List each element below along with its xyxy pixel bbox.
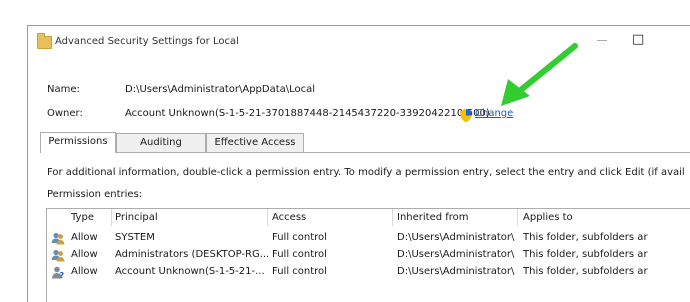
title-bar[interactable]: Advanced Security Settings for Local □ — [28, 26, 690, 56]
change-owner-link[interactable]: Change — [475, 108, 513, 119]
tab-effective-access[interactable]: Effective Access — [206, 133, 304, 152]
table-row[interactable]: ? Allow Account Unknown(S-1-5-21-... Ful… — [47, 264, 690, 281]
advanced-security-window: Advanced Security Settings for Local □ N… — [27, 25, 690, 302]
permission-entries-label: Permission entries: — [47, 189, 143, 200]
tab-permissions[interactable]: Permissions — [40, 132, 116, 153]
users-icon — [51, 232, 65, 245]
users-icon — [51, 249, 65, 262]
column-divider[interactable] — [392, 209, 393, 226]
permission-entries-table[interactable]: Type Principal Access Inherited from App… — [46, 208, 690, 302]
table-row[interactable]: Allow SYSTEM Full control D:\Users\Admin… — [47, 230, 690, 247]
principal-cell: Account Unknown(S-1-5-21-... — [115, 266, 265, 277]
column-header-principal[interactable]: Principal — [115, 212, 158, 223]
type-cell: Allow — [71, 232, 98, 243]
tab-strip: Permissions Auditing Effective Access — [40, 132, 690, 153]
principal-cell: SYSTEM — [115, 232, 155, 243]
inherited-from-cell: D:\Users\Administrator\ — [397, 266, 515, 277]
unknown-user-icon: ? — [52, 266, 65, 279]
owner-value: Account Unknown(S-1-5-21-3701887448-2145… — [125, 108, 490, 119]
column-divider[interactable] — [267, 209, 268, 226]
maximize-button[interactable]: □ — [632, 32, 644, 47]
type-cell: Allow — [71, 266, 98, 277]
permissions-info-text: For additional information, double-click… — [47, 167, 685, 178]
uac-shield-icon — [460, 109, 472, 122]
applies-to-cell: This folder, subfolders ar — [523, 232, 648, 243]
window-title: Advanced Security Settings for Local — [55, 36, 239, 47]
column-header-type[interactable]: Type — [71, 212, 94, 223]
inherited-from-cell: D:\Users\Administrator\ — [397, 249, 515, 260]
applies-to-cell: This folder, subfolders ar — [523, 266, 648, 277]
tab-auditing[interactable]: Auditing — [116, 133, 206, 152]
svg-text:?: ? — [60, 271, 65, 279]
column-header-inherited-from[interactable]: Inherited from — [397, 212, 469, 223]
column-divider[interactable] — [517, 209, 518, 226]
owner-label: Owner: — [47, 108, 83, 119]
type-cell: Allow — [71, 249, 98, 260]
inherited-from-cell: D:\Users\Administrator\ — [397, 232, 515, 243]
access-cell: Full control — [272, 232, 327, 243]
access-cell: Full control — [272, 249, 327, 260]
folder-icon — [37, 33, 52, 49]
name-value: D:\Users\Administrator\AppData\Local — [125, 84, 316, 95]
column-header-applies-to[interactable]: Applies to — [523, 212, 573, 223]
applies-to-cell: This folder, subfolders ar — [523, 249, 648, 260]
name-label: Name: — [47, 84, 80, 95]
minimize-button[interactable] — [597, 40, 607, 41]
column-header-access[interactable]: Access — [272, 212, 306, 223]
access-cell: Full control — [272, 266, 327, 277]
principal-cell: Administrators (DESKTOP-RG... — [115, 249, 270, 260]
table-row[interactable]: Allow Administrators (DESKTOP-RG... Full… — [47, 247, 690, 264]
column-divider[interactable] — [111, 209, 112, 226]
